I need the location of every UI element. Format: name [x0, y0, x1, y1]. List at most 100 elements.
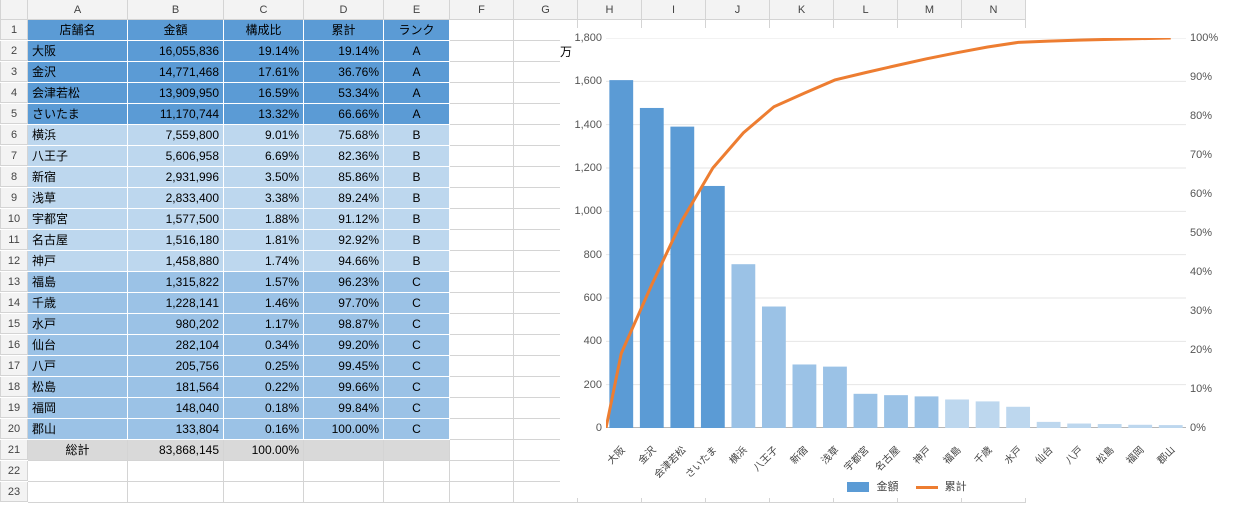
cell-store[interactable]: 横浜 [28, 125, 128, 146]
cell-rank[interactable]: B [384, 125, 450, 146]
cell-ratio[interactable]: 1.57% [224, 272, 304, 293]
cell-store[interactable]: さいたま [28, 104, 128, 125]
cell-rank[interactable]: C [384, 335, 450, 356]
empty-cell[interactable] [450, 20, 514, 41]
col-head-D[interactable]: D [304, 0, 384, 20]
cell-amount[interactable]: 7,559,800 [128, 125, 224, 146]
cell-store[interactable]: 八王子 [28, 146, 128, 167]
row-head-7[interactable]: 7 [0, 146, 28, 166]
cell-rank[interactable]: A [384, 41, 450, 62]
row-head-1[interactable]: 1 [0, 20, 28, 40]
row-head-22[interactable]: 22 [0, 461, 28, 481]
empty-cell[interactable] [450, 41, 514, 62]
row-head-6[interactable]: 6 [0, 125, 28, 145]
cell-ratio[interactable]: 0.34% [224, 335, 304, 356]
cell-rank[interactable]: B [384, 230, 450, 251]
cell-rank[interactable]: A [384, 104, 450, 125]
pareto-chart[interactable]: 万 02004006008001,0001,2001,4001,6001,800… [560, 28, 1240, 498]
cell-cum[interactable]: 98.87% [304, 314, 384, 335]
cell-amount[interactable]: 2,833,400 [128, 188, 224, 209]
cell-cum[interactable]: 75.68% [304, 125, 384, 146]
cell-cum[interactable]: 36.76% [304, 62, 384, 83]
cell-rank[interactable]: C [384, 356, 450, 377]
row-head-21[interactable]: 21 [0, 440, 28, 460]
cell-amount[interactable]: 1,315,822 [128, 272, 224, 293]
cell-store[interactable]: 郡山 [28, 419, 128, 440]
empty-cell[interactable] [224, 461, 304, 482]
cell-amount[interactable]: 2,931,996 [128, 167, 224, 188]
cell-cum[interactable]: 66.66% [304, 104, 384, 125]
col-head-A[interactable]: A [28, 0, 128, 20]
cell-cum[interactable]: 53.34% [304, 83, 384, 104]
empty-cell[interactable] [450, 272, 514, 293]
col-head-M[interactable]: M [898, 0, 962, 20]
col-head-E[interactable]: E [384, 0, 450, 20]
cell-ratio[interactable]: 0.16% [224, 419, 304, 440]
cell-cum[interactable]: 99.84% [304, 398, 384, 419]
cell-rank[interactable]: B [384, 251, 450, 272]
cell-amount[interactable]: 1,228,141 [128, 293, 224, 314]
hdr-cum[interactable]: 累計 [304, 20, 384, 41]
col-head-B[interactable]: B [128, 0, 224, 20]
empty-cell[interactable] [384, 461, 450, 482]
cell-ratio[interactable]: 19.14% [224, 41, 304, 62]
hdr-rank[interactable]: ランク [384, 20, 450, 41]
empty-cell[interactable] [450, 209, 514, 230]
cell-ratio[interactable]: 1.81% [224, 230, 304, 251]
cell-store[interactable]: 福島 [28, 272, 128, 293]
cell-rank[interactable]: C [384, 398, 450, 419]
cell-store[interactable]: 浅草 [28, 188, 128, 209]
row-head-3[interactable]: 3 [0, 62, 28, 82]
cell-cum[interactable]: 85.86% [304, 167, 384, 188]
cell-rank[interactable]: B [384, 167, 450, 188]
row-head-15[interactable]: 15 [0, 314, 28, 334]
cell-amount[interactable]: 14,771,468 [128, 62, 224, 83]
empty-cell[interactable] [128, 461, 224, 482]
empty-cell[interactable] [450, 335, 514, 356]
row-head-23[interactable]: 23 [0, 482, 28, 502]
empty-cell[interactable] [450, 104, 514, 125]
cell-total-amount[interactable]: 83,868,145 [128, 440, 224, 461]
empty-cell[interactable] [450, 230, 514, 251]
empty-cell[interactable] [450, 314, 514, 335]
row-head-17[interactable]: 17 [0, 356, 28, 376]
empty-cell[interactable] [450, 146, 514, 167]
empty-cell[interactable] [304, 440, 384, 461]
cell-amount[interactable]: 1,516,180 [128, 230, 224, 251]
empty-cell[interactable] [28, 461, 128, 482]
col-head-K[interactable]: K [770, 0, 834, 20]
cell-ratio[interactable]: 1.74% [224, 251, 304, 272]
cell-ratio[interactable]: 16.59% [224, 83, 304, 104]
row-head-12[interactable]: 12 [0, 251, 28, 271]
empty-cell[interactable] [450, 251, 514, 272]
cell-store[interactable]: 大阪 [28, 41, 128, 62]
cell-ratio[interactable]: 1.88% [224, 209, 304, 230]
cell-amount[interactable]: 148,040 [128, 398, 224, 419]
cell-amount[interactable]: 1,577,500 [128, 209, 224, 230]
empty-cell[interactable] [384, 440, 450, 461]
cell-cum[interactable]: 100.00% [304, 419, 384, 440]
empty-cell[interactable] [450, 461, 514, 482]
empty-cell[interactable] [450, 83, 514, 104]
cell-rank[interactable]: C [384, 419, 450, 440]
empty-cell[interactable] [128, 482, 224, 503]
empty-cell[interactable] [450, 167, 514, 188]
cell-store[interactable]: 新宿 [28, 167, 128, 188]
empty-cell[interactable] [450, 293, 514, 314]
empty-cell[interactable] [450, 125, 514, 146]
cell-cum[interactable]: 82.36% [304, 146, 384, 167]
cell-cum[interactable]: 91.12% [304, 209, 384, 230]
cell-cum[interactable]: 99.45% [304, 356, 384, 377]
cell-ratio[interactable]: 1.46% [224, 293, 304, 314]
col-head-L[interactable]: L [834, 0, 898, 20]
cell-ratio[interactable]: 3.50% [224, 167, 304, 188]
cell-cum[interactable]: 19.14% [304, 41, 384, 62]
row-head-5[interactable]: 5 [0, 104, 28, 124]
empty-cell[interactable] [384, 482, 450, 503]
cell-cum[interactable]: 94.66% [304, 251, 384, 272]
col-head-I[interactable]: I [642, 0, 706, 20]
cell-store[interactable]: 千歳 [28, 293, 128, 314]
empty-cell[interactable] [450, 398, 514, 419]
empty-cell[interactable] [450, 440, 514, 461]
cell-ratio[interactable]: 13.32% [224, 104, 304, 125]
